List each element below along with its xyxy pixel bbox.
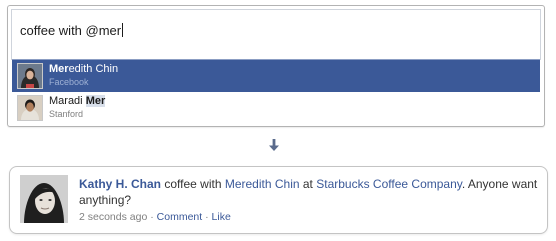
typeahead-item-name: Meredith Chin <box>49 63 118 76</box>
story-message: Kathy H. Chan coffee with Meredith Chin … <box>79 176 539 208</box>
story-author-link[interactable]: Kathy H. Chan <box>79 177 161 191</box>
status-composer: coffee with @mer Meredith Chin Facebook <box>7 5 545 127</box>
typeahead-item-text: Meredith Chin Facebook <box>49 63 118 89</box>
typeahead-item-name: Maradi Mer <box>49 95 106 108</box>
mention-link[interactable]: Meredith Chin <box>225 177 300 191</box>
arrow-down-icon <box>269 139 279 151</box>
text-caret <box>122 23 124 37</box>
story-timestamp: 2 seconds ago <box>79 211 148 223</box>
status-input[interactable]: coffee with @mer <box>20 23 124 38</box>
story-text: at <box>299 177 317 191</box>
feed-story: Kathy H. Chan coffee with Meredith Chin … <box>9 166 548 234</box>
like-link[interactable]: Like <box>212 211 231 223</box>
story-meta: 2 seconds ago · Comment · Like <box>79 211 231 223</box>
name-rest: edith Chin <box>68 63 119 75</box>
avatar[interactable] <box>20 175 68 223</box>
typeahead-item-maradi-mer[interactable]: Maradi Mer Stanford <box>12 92 540 124</box>
name-prefix: Maradi <box>49 95 86 107</box>
meta-separator: · <box>147 211 157 223</box>
name-match-highlight: Mer <box>85 95 106 107</box>
stage: coffee with @mer Meredith Chin Facebook <box>0 0 556 241</box>
status-input-box[interactable]: coffee with @mer <box>11 9 541 60</box>
avatar <box>17 95 43 121</box>
comment-link[interactable]: Comment <box>157 211 203 223</box>
avatar <box>17 63 43 89</box>
typeahead-item-network: Facebook <box>49 77 89 87</box>
place-link[interactable]: Starbucks Coffee Company <box>316 177 462 191</box>
name-match-highlight: Mer <box>49 63 69 75</box>
typeahead-item-meredith-chin[interactable]: Meredith Chin Facebook <box>12 60 540 92</box>
meta-separator: · <box>202 211 212 223</box>
typeahead-item-network: Stanford <box>49 109 84 119</box>
status-input-text: coffee with @mer <box>20 23 122 38</box>
mention-typeahead: Meredith Chin Facebook Maradi Mer Stanfo… <box>12 59 540 124</box>
story-text: coffee with <box>161 177 225 191</box>
typeahead-item-text: Maradi Mer Stanford <box>49 95 106 121</box>
